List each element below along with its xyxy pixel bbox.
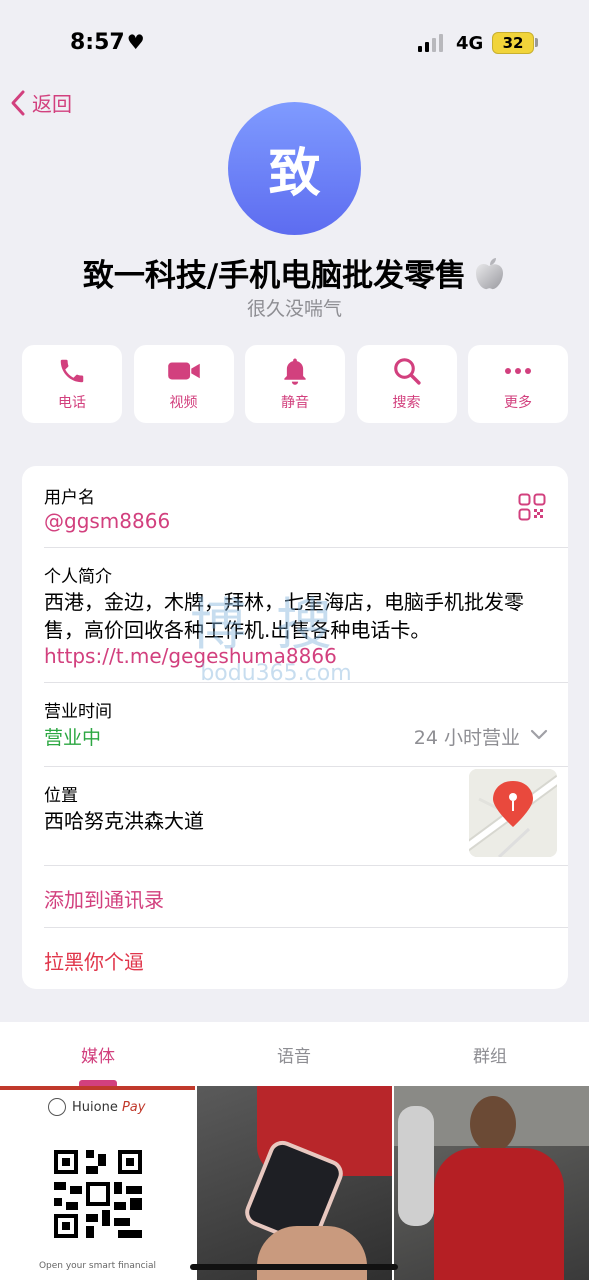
tile-top-bar xyxy=(0,1086,195,1090)
battery-icon: 32 xyxy=(492,32,534,54)
huione-brand: Huione xyxy=(72,1099,118,1115)
bio-label: 个人简介 xyxy=(44,567,112,587)
add-contact-label: 添加到通讯录 xyxy=(44,888,164,912)
call-label: 电话 xyxy=(58,395,86,411)
block-user-label: 拉黑你个逼 xyxy=(44,950,144,974)
qr-code-icon[interactable] xyxy=(518,493,546,521)
location-label: 位置 xyxy=(44,786,78,806)
huione-pay: Pay xyxy=(121,1099,146,1115)
hours-label: 营业时间 xyxy=(44,702,112,722)
bell-icon xyxy=(284,358,306,385)
add-contact-button[interactable]: 添加到通讯录 xyxy=(22,866,568,927)
mute-button[interactable]: 静音 xyxy=(245,345,345,423)
bio-link[interactable]: https://t.me/gegeshuma8866 xyxy=(44,644,337,668)
more-button[interactable]: 更多 xyxy=(468,345,568,423)
profile-name-text: 致一科技/手机电脑批发零售 xyxy=(82,258,467,294)
person-bg-shape xyxy=(398,1106,434,1226)
huione-logo-icon xyxy=(48,1098,66,1116)
video-icon xyxy=(167,362,200,380)
hours-value: 24 小时营业 xyxy=(413,727,520,749)
bio-row: 个人简介 西港，金边，木牌，拜林，七星海店，电脑手机批发零售，高价回收各种工作机… xyxy=(22,548,568,682)
back-button[interactable]: 返回 xyxy=(10,88,72,117)
video-button[interactable]: 视频 xyxy=(133,345,234,423)
head-shape xyxy=(470,1096,516,1152)
more-label: 更多 xyxy=(504,395,532,411)
media-item[interactable] xyxy=(197,1086,392,1280)
chevron-down-icon[interactable] xyxy=(530,729,548,741)
tab-groups[interactable]: 群组 xyxy=(392,1042,588,1067)
search-button[interactable]: 搜索 xyxy=(356,345,457,423)
info-card: 用户名 @ggsm8866 个人简介 西港，金边，木牌，拜林，七星海店，电脑手机… xyxy=(22,466,568,989)
more-icon xyxy=(505,368,531,374)
search-icon xyxy=(393,358,421,385)
back-label: 返回 xyxy=(32,92,72,116)
last-seen-status: 很久没喘气 xyxy=(246,298,342,320)
username-label: 用户名 xyxy=(44,488,95,508)
tab-voice[interactable]: 语音 xyxy=(196,1042,392,1067)
hours-status: 营业中 xyxy=(44,727,102,749)
avatar[interactable]: 致 xyxy=(228,102,361,235)
apple-icon xyxy=(472,256,506,300)
status-bar: 8:57 ♥ 4G 32 xyxy=(0,0,589,80)
qr-code-image xyxy=(50,1146,146,1242)
home-indicator xyxy=(190,1264,398,1270)
video-label: 视频 xyxy=(169,395,198,411)
bio-text: 西港，金边，木牌，拜林，七星海店，电脑手机批发零售，高价回收各种工作机.出售各种… xyxy=(44,590,524,642)
phone-icon xyxy=(60,359,84,383)
location-value: 西哈努克洪森大道 xyxy=(44,809,204,833)
tab-media[interactable]: 媒体 xyxy=(0,1042,196,1067)
red-shirt-shape xyxy=(434,1148,564,1280)
heart-icon: ♥ xyxy=(126,30,145,54)
huione-caption: Open your smart financial xyxy=(38,1261,157,1271)
profile-name: 致一科技/手机电脑批发零售 xyxy=(0,250,589,300)
block-user-button[interactable]: 拉黑你个逼 xyxy=(22,928,568,989)
huione-logo: Huione Pay xyxy=(48,1098,145,1116)
search-label: 搜索 xyxy=(392,395,421,411)
hand-shape xyxy=(257,1226,367,1280)
username-row[interactable]: 用户名 @ggsm8866 xyxy=(22,466,568,548)
status-time: 8:57 ♥ xyxy=(70,30,145,55)
media-grid: Huione Pay Open your smart financial xyxy=(0,1086,589,1280)
mute-label: 静音 xyxy=(281,395,309,411)
action-buttons: 电话 视频 静音 搜索 更多 xyxy=(22,345,568,423)
chevron-left-icon xyxy=(11,90,25,115)
call-button[interactable]: 电话 xyxy=(22,345,122,423)
business-hours-row[interactable]: 营业时间 营业中 24 小时营业 xyxy=(22,683,568,767)
username-value[interactable]: @ggsm8866 xyxy=(44,509,170,533)
map-thumbnail[interactable] xyxy=(469,769,557,857)
media-tabs: 媒体 语音 群组 xyxy=(0,1022,589,1086)
cellular-signal-icon xyxy=(418,34,443,52)
battery-tip xyxy=(535,38,538,47)
media-item[interactable]: Huione Pay Open your smart financial xyxy=(0,1086,195,1280)
network-type: 4G xyxy=(456,33,484,54)
map-pin-icon xyxy=(469,769,557,857)
media-item[interactable] xyxy=(394,1086,589,1280)
